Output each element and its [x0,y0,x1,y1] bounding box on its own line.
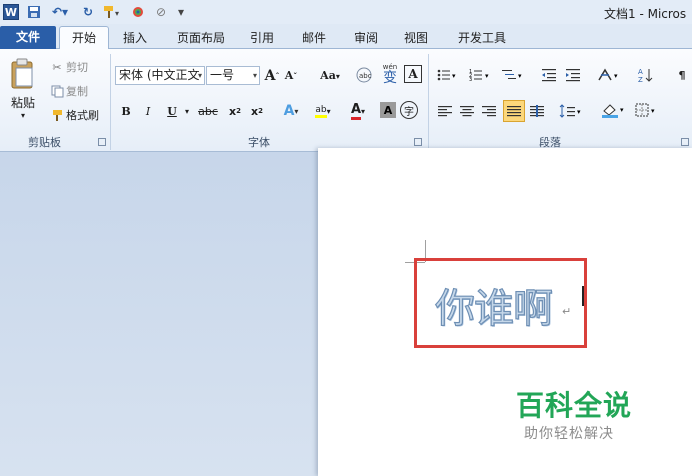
paragraph-launcher-icon[interactable] [681,138,689,146]
shading-icon[interactable]: ▾ [600,100,630,120]
numbering-icon[interactable]: 1 2 3 ▾ [468,66,494,84]
decrease-indent-icon[interactable] [540,66,558,84]
font-launcher-icon[interactable] [414,138,422,146]
tab-home[interactable]: 开始 [59,26,109,50]
cut-button[interactable]: 剪切 [66,60,88,74]
highlight-button[interactable]: ab ▾ [308,101,338,121]
redo-icon[interactable]: ↻ [80,3,96,21]
phonetic-guide-button[interactable]: wén 变 [378,62,402,86]
title-bar: W ↶▾ ↻ ▾ ⊘ ▾ 文档1 - Micros [0,0,692,24]
paragraph-mark: ↵ [562,305,572,318]
color-wheel-icon[interactable] [130,3,146,21]
multilevel-list-icon[interactable]: ▾ [500,66,528,84]
svg-text:▾: ▾ [620,106,624,114]
font-group-label: 字体 [248,136,270,149]
document-text[interactable]: 你谁啊 [434,276,553,334]
font-size-value: 一号 [210,68,235,82]
svg-text:▾: ▾ [485,72,489,80]
customize-quick-access-icon[interactable]: ▾ [174,3,188,21]
strikethrough-button[interactable]: abc [196,102,220,120]
paste-icon[interactable] [6,54,40,94]
ribbon-tabs: 文件 开始 插入 页面布局 引用 邮件 审阅 视图 开发工具 [0,24,692,50]
tab-review[interactable]: 审阅 [348,28,384,49]
word-logo-icon[interactable]: W [3,4,19,20]
chevron-down-icon: ▾ [252,71,257,80]
tab-developer[interactable]: 开发工具 [452,28,512,49]
text-effects-button[interactable]: A ▾ [278,101,304,121]
align-right-icon[interactable] [480,102,498,120]
save-icon[interactable] [26,3,42,21]
svg-text:3: 3 [469,77,472,82]
svg-text:Z: Z [638,76,643,83]
font-family-value: 宋体 (中文正文 [119,68,200,82]
cut-icon[interactable]: ✂ [50,60,64,74]
char-border-button[interactable]: A [404,65,422,83]
line-spacing-icon[interactable]: ▾ [558,102,584,120]
text-caret [582,286,584,306]
format-painter-button[interactable]: 格式刷 [66,108,99,122]
char-shading-button[interactable]: A [380,102,396,118]
chinese-layout-icon[interactable]: ▾ [596,66,624,84]
grow-font-icon[interactable]: Aˆ [264,66,280,85]
svg-text:▾: ▾ [614,72,618,80]
undo-icon[interactable]: ↶▾ [48,3,72,21]
copy-icon[interactable] [50,84,64,98]
subscript-button[interactable]: x2 [226,102,244,120]
clipboard-launcher-icon[interactable] [98,138,106,146]
svg-text:abc: abc [359,72,372,80]
watermark-subtitle: 助你轻松解决 [524,426,614,442]
paste-button[interactable]: 粘贴 [6,94,40,110]
svg-text:A: A [638,68,643,76]
svg-text:▾: ▾ [115,9,119,18]
paste-dropdown-icon[interactable]: ▾ [18,110,28,120]
format-painter-quick-icon[interactable]: ▾ [100,3,126,21]
enclose-char-button[interactable]: 字 [400,101,418,119]
svg-text:▾: ▾ [452,72,456,80]
svg-text:▾: ▾ [651,107,655,115]
watermark-title: 百科全说 [516,389,633,422]
increase-indent-icon[interactable] [564,66,582,84]
tab-references[interactable]: 引用 [244,28,280,49]
underline-dropdown-icon[interactable]: ▾ [183,102,191,120]
format-painter-icon[interactable] [50,108,64,122]
font-family-select[interactable]: 宋体 (中文正文 ▾ [115,66,205,85]
copy-button[interactable]: 复制 [66,84,88,98]
chevron-down-icon: ▾ [197,71,202,80]
svg-text:▾: ▾ [518,72,522,80]
underline-button[interactable]: U [164,102,180,120]
clear-format-icon[interactable]: abc [354,64,374,86]
clipboard-group-label: 剪贴板 [28,136,61,149]
tab-page-layout[interactable]: 页面布局 [171,28,231,49]
borders-icon[interactable]: ▾ [634,100,662,120]
italic-button[interactable]: I [140,102,156,120]
tab-mailings[interactable]: 邮件 [296,28,332,49]
shrink-font-icon[interactable]: Aˇ [283,66,299,85]
group-divider [110,54,111,150]
font-size-select[interactable]: 一号 ▾ [206,66,260,85]
tab-view[interactable]: 视图 [398,28,434,49]
group-divider [428,54,429,150]
window-title: 文档1 - Micros [604,7,687,21]
superscript-button[interactable]: x2 [248,102,266,120]
bullets-icon[interactable]: ▾ [436,66,460,84]
justify-icon[interactable] [503,100,525,122]
bold-button[interactable]: B [118,102,134,120]
distributed-icon[interactable] [528,102,546,120]
sort-icon[interactable]: AZ [636,66,656,84]
font-color-button[interactable]: A ▾ [343,101,373,121]
align-center-icon[interactable] [458,102,476,120]
eraser-icon[interactable]: ⊘ [152,3,170,21]
show-marks-icon[interactable]: ¶ [674,66,690,84]
svg-text:▾: ▾ [577,108,581,116]
tab-file[interactable]: 文件 [0,26,56,49]
tab-insert[interactable]: 插入 [117,28,153,49]
align-left-icon[interactable] [436,102,454,120]
change-case-button[interactable]: Aa ▾ [316,66,344,85]
